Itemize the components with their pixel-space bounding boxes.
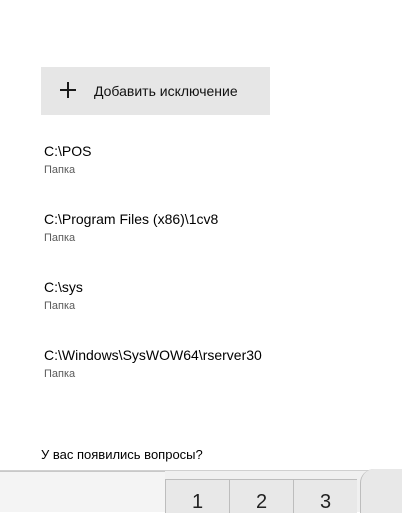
plus-icon [60, 82, 76, 98]
exclusion-path: C:\Program Files (x86)\1cv8 [44, 211, 219, 227]
keypad-empty-area [0, 471, 165, 512]
exclusion-item-1cv8[interactable]: C:\Program Files (x86)\1cv8 Папка [44, 211, 218, 245]
add-exclusion-button[interactable]: Добавить исключение [41, 67, 270, 115]
add-exclusion-label: Добавить исключение [94, 83, 238, 99]
exclusion-type: Папка [44, 164, 76, 176]
key-partial[interactable] [360, 469, 402, 513]
exclusion-type: Папка [44, 300, 76, 312]
exclusion-type: Папка [44, 232, 76, 244]
onscreen-keypad: 1 2 3 [0, 469, 402, 513]
exclusion-item-rserver30[interactable]: C:\Windows\SysWOW64\rserver30 Папка [44, 347, 262, 381]
exclusion-item-pos[interactable]: C:\POS Папка [44, 143, 91, 177]
exclusion-path: C:\Windows\SysWOW64\rserver30 [44, 347, 262, 363]
exclusion-item-sys[interactable]: C:\sys Папка [44, 279, 83, 313]
help-questions-heading: У вас появились вопросы? [41, 447, 203, 462]
exclusions-panel: Добавить исключение C:\POS Папка C:\Prog… [0, 0, 402, 470]
exclusion-path: C:\sys [44, 279, 83, 295]
key-2[interactable]: 2 [229, 479, 293, 513]
exclusion-path: C:\POS [44, 143, 92, 159]
exclusion-type: Папка [44, 368, 76, 380]
key-3[interactable]: 3 [293, 479, 357, 513]
key-1[interactable]: 1 [165, 479, 229, 513]
